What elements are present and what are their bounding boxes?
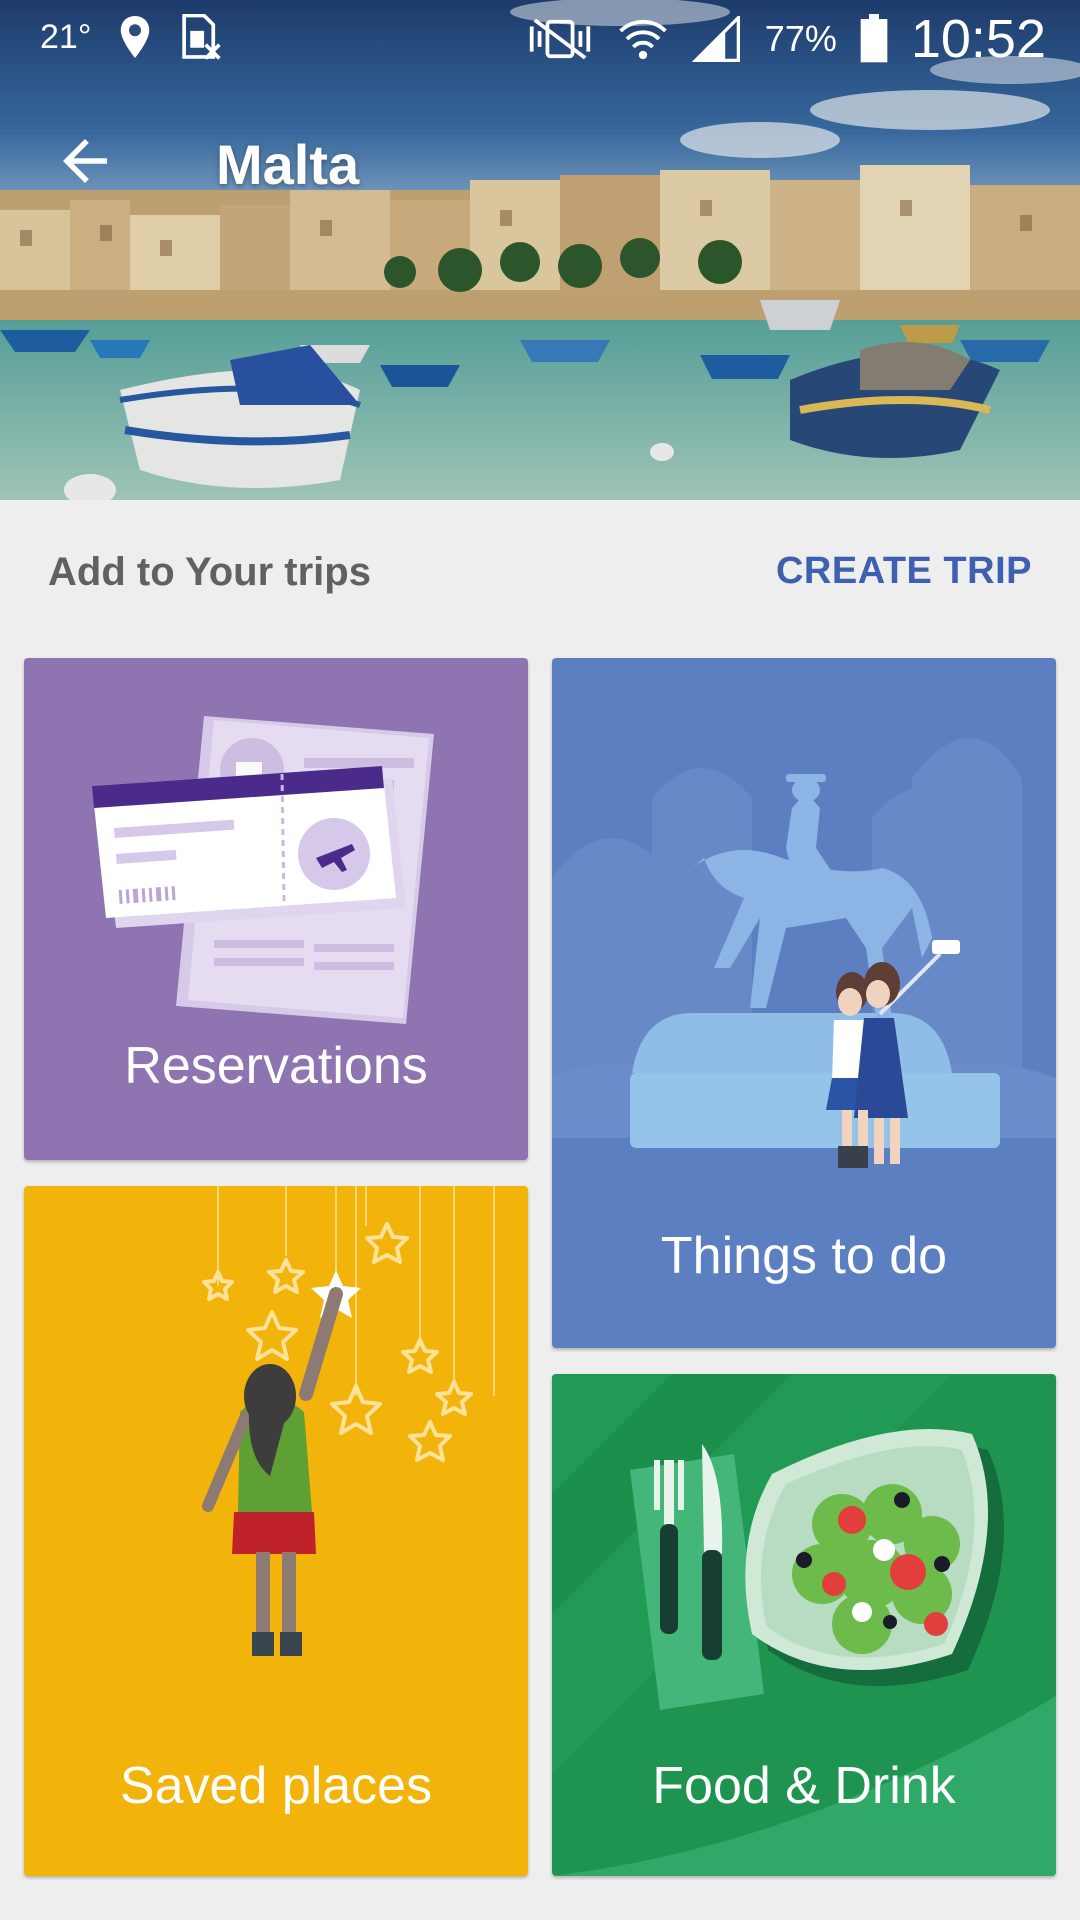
food-drink-card[interactable]: Food & Drink <box>552 1374 1056 1876</box>
add-to-trips-label: Add to Your trips <box>48 550 371 594</box>
arrow-left-icon[interactable] <box>52 128 118 194</box>
reservations-label: Reservations <box>124 1037 428 1095</box>
battery-icon <box>860 14 888 63</box>
saved-places-card[interactable]: Saved places <box>24 1186 528 1876</box>
things-to-do-card[interactable]: Things to do <box>552 658 1056 1348</box>
signal-icon <box>691 16 740 62</box>
saved-places-label: Saved places <box>119 1757 433 1815</box>
create-trip-button[interactable]: CREATE TRIP <box>776 550 1032 593</box>
location-icon <box>121 16 150 58</box>
things-to-do-label: Things to do <box>660 1227 948 1285</box>
food-drink-label: Food & Drink <box>652 1757 956 1815</box>
status-bar: 21° 77% 10:52 <box>0 0 1080 84</box>
battery-text: 77% <box>764 18 837 59</box>
add-to-trips-row: Add to Your trips CREATE TRIP <box>0 520 1080 630</box>
temperature-text: 21° <box>40 17 92 56</box>
clock-text: 10:52 <box>910 9 1046 69</box>
wifi-icon <box>619 20 667 60</box>
sim-icon <box>182 14 222 60</box>
page-title: Malta <box>216 133 360 196</box>
vibrate-icon <box>529 18 590 60</box>
hero-image: 21° 77% 10:52 Malta <box>0 0 1080 500</box>
reservations-card[interactable]: Reservations <box>24 658 528 1160</box>
app-bar: Malta <box>0 110 1080 210</box>
